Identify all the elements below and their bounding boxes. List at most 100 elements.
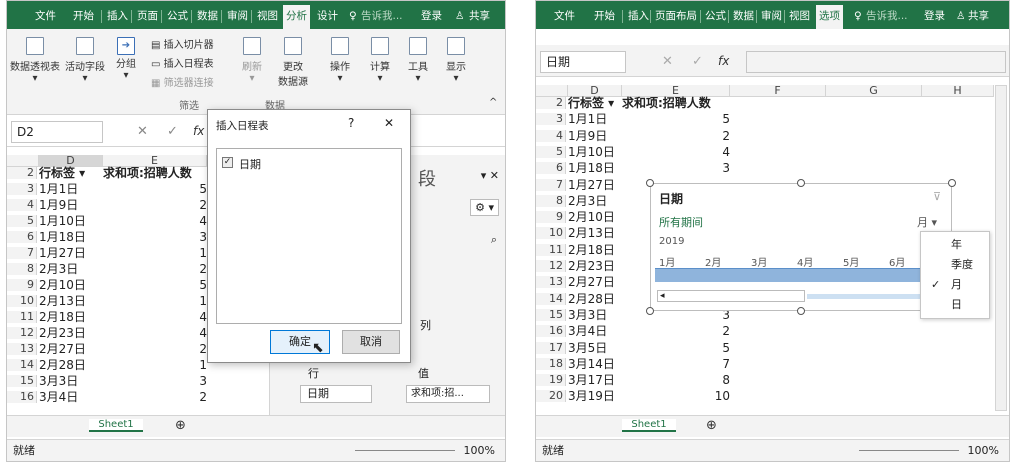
tab-data[interactable]: 数据	[195, 7, 220, 25]
tab-design[interactable]: 设计	[315, 7, 340, 25]
row-number[interactable]: 14	[7, 359, 37, 371]
name-box[interactable]: 日期	[540, 51, 626, 73]
cell-e[interactable]: 4	[103, 311, 207, 323]
row-number[interactable]: 6	[536, 162, 566, 175]
month-label[interactable]: 2月	[705, 254, 721, 269]
cell-e[interactable]: 1	[103, 247, 207, 259]
cell-d[interactable]: 2月10日	[39, 279, 86, 291]
resize-handle[interactable]	[948, 179, 956, 187]
enter-icon[interactable]: ✓	[167, 124, 178, 139]
select-all[interactable]	[536, 85, 568, 97]
cell-e[interactable]: 求和项:招聘人数	[103, 167, 207, 179]
row-number[interactable]: 2	[7, 167, 37, 179]
tab-data[interactable]: 数据	[731, 7, 756, 25]
month-label[interactable]: 1月	[659, 254, 675, 269]
cell-d[interactable]: 2月3日	[39, 263, 78, 275]
cell-e[interactable]: 8	[622, 374, 730, 386]
cell-e[interactable]: 2	[622, 325, 730, 337]
cell-e[interactable]: 5	[622, 113, 730, 125]
actions-button[interactable]: 操作 ▾	[325, 37, 355, 84]
timeline-slicer[interactable]: 日期 ⊽ 所有期间 月 ▾ 2019 1月 2月 3月 4月 5月 6月 ◂	[650, 183, 952, 311]
cell-d[interactable]: 2月10日	[568, 211, 615, 223]
cell-e[interactable]: 4	[622, 146, 730, 158]
timeline-scrollbar[interactable]: ◂	[657, 290, 805, 302]
cancel-icon[interactable]: ✕	[137, 124, 148, 139]
cell-d[interactable]: 1月18日	[568, 162, 615, 174]
tools-button[interactable]: 工具 ▾	[403, 37, 433, 84]
filter-connections-button[interactable]: ▦ 筛选器连接	[151, 74, 214, 89]
cell-d[interactable]: 1月27日	[568, 179, 615, 191]
help-button[interactable]: ?	[348, 116, 354, 130]
value-field-chip[interactable]: 求和项:招...	[406, 385, 490, 403]
row-number[interactable]: 18	[536, 357, 566, 370]
cell-d[interactable]: 1月27日	[39, 247, 86, 259]
share-button[interactable]: 共享	[467, 7, 492, 25]
cancel-icon[interactable]: ✕	[662, 54, 673, 69]
change-source-button[interactable]: 更改 数据源	[273, 37, 313, 88]
tab-insert[interactable]: 插入	[105, 7, 130, 25]
month-label[interactable]: 3月	[751, 254, 767, 269]
timeline-bar[interactable]	[655, 268, 949, 282]
cancel-button[interactable]: 取消	[342, 330, 400, 354]
insert-timeline-button[interactable]: ▭ 插入日程表	[151, 55, 214, 70]
active-field-button[interactable]: 活动字段 ▾	[63, 37, 107, 84]
resize-handle[interactable]	[646, 179, 654, 187]
tab-review[interactable]: 审阅	[759, 7, 784, 25]
row-number[interactable]: 12	[536, 260, 566, 272]
row-number[interactable]: 13	[7, 343, 37, 355]
row-number[interactable]: 14	[536, 292, 566, 305]
row-number[interactable]: 8	[536, 194, 566, 207]
col-header-g[interactable]: G	[826, 85, 922, 97]
row-number[interactable]: 5	[7, 215, 37, 227]
share-button[interactable]: 共享	[966, 7, 991, 25]
cell-e[interactable]: 4	[103, 215, 207, 227]
cell-d[interactable]: 2月13日	[568, 227, 615, 239]
checkbox[interactable]: ✓	[222, 157, 233, 168]
cell-d[interactable]: 2月3日	[568, 195, 607, 207]
row-number[interactable]: 8	[7, 263, 37, 275]
row-number[interactable]: 3	[7, 183, 37, 195]
menu-item[interactable]: 日	[921, 296, 989, 314]
cell-d[interactable]: 1月9日	[39, 199, 78, 211]
show-button[interactable]: 显示 ▾	[441, 37, 471, 84]
row-number[interactable]: 2	[536, 97, 566, 109]
cell-e[interactable]: 10	[622, 390, 730, 402]
select-all[interactable]	[7, 155, 39, 167]
cell-d[interactable]: 2月18日	[568, 244, 615, 256]
cell-d[interactable]: 1月18日	[39, 231, 86, 243]
cell-e[interactable]: 5	[103, 279, 207, 291]
formula-input[interactable]	[746, 51, 1006, 73]
zoom-level[interactable]: 100%	[464, 440, 495, 461]
cell-d[interactable]: 1月1日	[568, 113, 607, 125]
cell-e[interactable]: 7	[622, 358, 730, 370]
tab-file[interactable]: 文件	[552, 7, 577, 25]
calc-button[interactable]: 计算 ▾	[365, 37, 395, 84]
cell-e[interactable]: 3	[622, 162, 730, 174]
cell-d[interactable]: 1月1日	[39, 183, 78, 195]
cell-e[interactable]: 3	[103, 231, 207, 243]
tell-me-input[interactable]: 告诉我...	[359, 7, 405, 25]
cell-e[interactable]: 1	[103, 359, 207, 371]
cell-d[interactable]: 3月5日	[568, 342, 607, 354]
tab-formula[interactable]: 公式	[703, 7, 728, 25]
group-button[interactable]: ➔ 分组 ▾	[111, 37, 141, 81]
cell-e[interactable]: 2	[103, 343, 207, 355]
zoom-slider[interactable]	[355, 450, 455, 451]
row-number[interactable]: 16	[536, 325, 566, 338]
pivot-table-button[interactable]: 数据透视表 ▾	[9, 37, 61, 84]
row-number[interactable]: 17	[536, 341, 566, 354]
month-label[interactable]: 4月	[797, 254, 813, 269]
cell-d[interactable]: 3月3日	[39, 375, 78, 387]
tab-page[interactable]: 页面	[135, 7, 160, 25]
tab-review[interactable]: 审阅	[225, 7, 250, 25]
sheet-tab[interactable]: Sheet1	[89, 419, 143, 432]
cell-d[interactable]: 3月19日	[568, 390, 615, 402]
fx-icon[interactable]: fx	[193, 124, 204, 138]
name-box[interactable]: D2	[11, 121, 103, 143]
vertical-scrollbar[interactable]	[995, 85, 1007, 411]
tab-file[interactable]: 文件	[33, 7, 58, 25]
row-number[interactable]: 12	[7, 327, 37, 339]
cell-d[interactable]: 2月18日	[39, 311, 86, 323]
row-number[interactable]: 20	[536, 390, 566, 403]
row-number[interactable]: 4	[7, 199, 37, 211]
